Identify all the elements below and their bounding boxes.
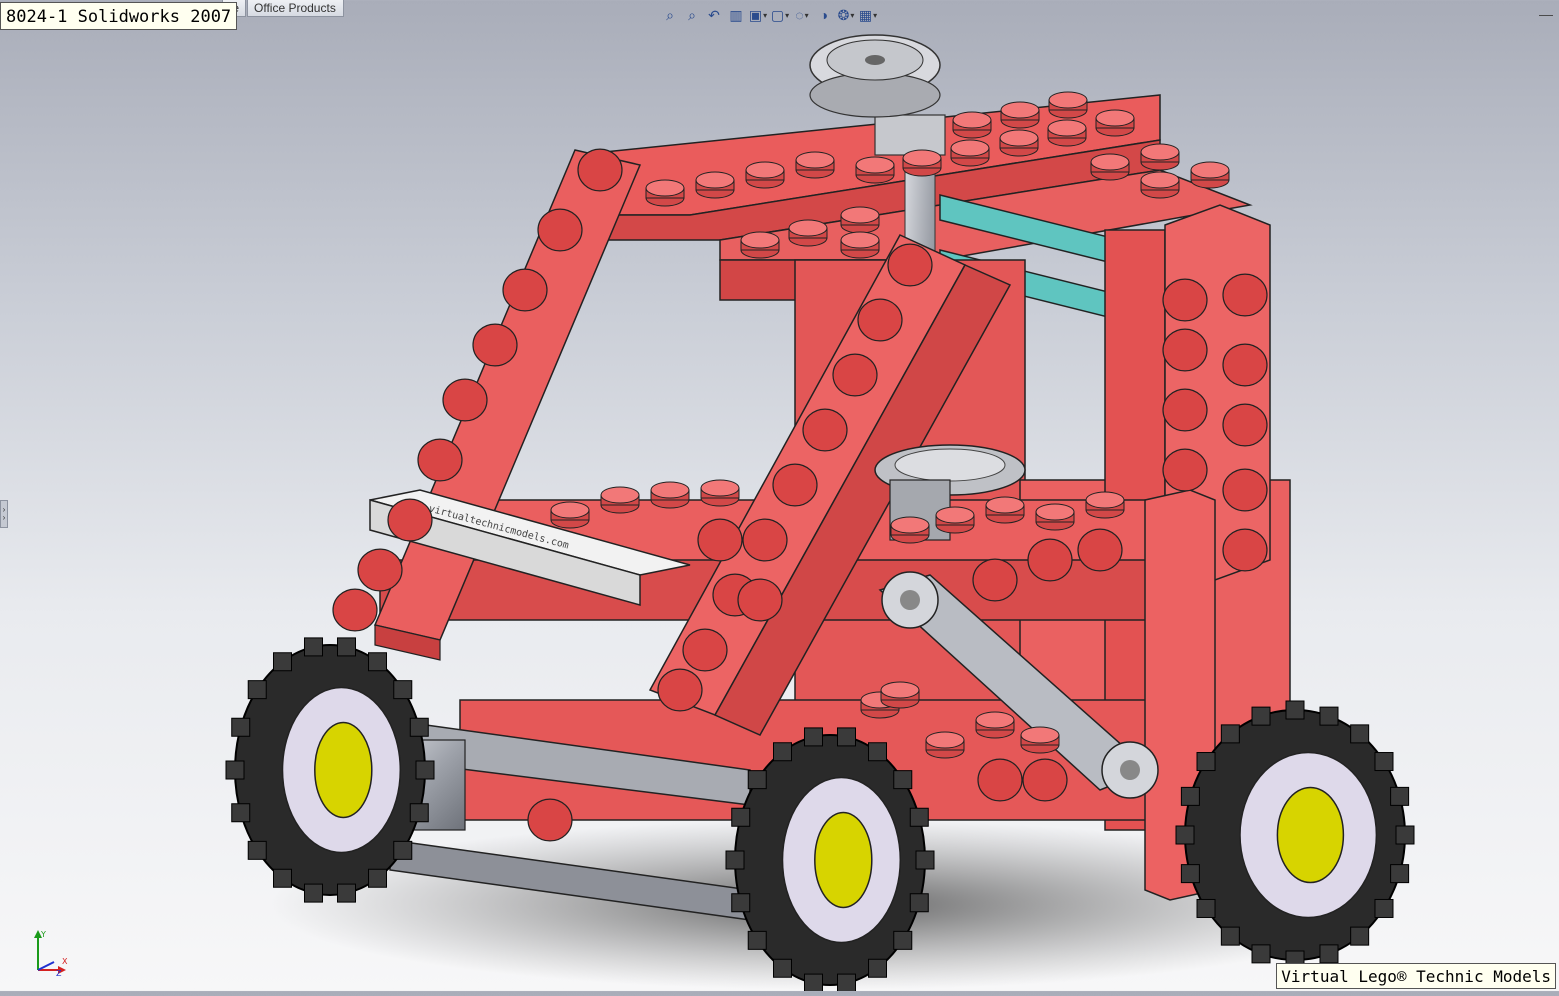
- zoom-to-fit-icon[interactable]: ⌕: [660, 5, 680, 25]
- beam-hole: [657, 668, 703, 712]
- stud: [840, 206, 880, 234]
- beam-hole: [1222, 403, 1268, 447]
- stud: [695, 171, 735, 199]
- beam-hole: [772, 463, 818, 507]
- stud: [975, 711, 1015, 739]
- stud: [745, 161, 785, 189]
- beam-hole: [682, 628, 728, 672]
- chevron-down-icon[interactable]: ▾: [873, 11, 877, 20]
- stud: [1035, 503, 1075, 531]
- stud: [1090, 153, 1130, 181]
- chevron-right-icon: ›: [2, 513, 6, 522]
- caption-label: Virtual Lego® Technic Models: [1276, 963, 1556, 989]
- edit-appearance-icon[interactable]: ◑: [814, 5, 834, 25]
- graphics-viewport[interactable]: www.virtualtechnicmodels.com te: [0, 0, 1559, 993]
- stud: [950, 139, 990, 167]
- stud: [855, 156, 895, 184]
- beam-hole: [1162, 278, 1208, 322]
- hide-show-items-icon[interactable]: ◌ ▾: [792, 5, 812, 25]
- window-title: 8024-1 Solidworks 2007: [0, 2, 238, 30]
- stud: [650, 481, 690, 509]
- beam-hole: [802, 408, 848, 452]
- triad-x-label: X: [62, 957, 68, 966]
- beam-hole: [832, 353, 878, 397]
- tab-office-products[interactable]: Office Products: [247, 0, 344, 17]
- stud: [902, 149, 942, 177]
- chevron-down-icon[interactable]: ▾: [785, 11, 789, 20]
- beam-hole: [1022, 758, 1068, 802]
- stud: [645, 179, 685, 207]
- stud: [1140, 143, 1180, 171]
- beam-hole: [1162, 448, 1208, 492]
- beam-hole: [1222, 343, 1268, 387]
- beam-hole: [1027, 538, 1073, 582]
- stud: [985, 496, 1025, 524]
- stud: [999, 129, 1039, 157]
- beam-hole: [472, 323, 518, 367]
- stud: [1085, 491, 1125, 519]
- stud: [600, 486, 640, 514]
- beam-hole: [977, 758, 1023, 802]
- zoom-to-area-icon[interactable]: ⌕: [682, 5, 702, 25]
- stud: [700, 479, 740, 507]
- beam-hole: [972, 558, 1018, 602]
- apply-scene-icon[interactable]: ❂ ▾: [836, 5, 856, 25]
- stud: [880, 681, 920, 709]
- beam-hole: [442, 378, 488, 422]
- beam-hole: [1222, 528, 1268, 572]
- stud: [550, 501, 590, 529]
- stud: [1190, 161, 1230, 189]
- beam-hole: [887, 243, 933, 287]
- stud: [788, 219, 828, 247]
- view-settings-icon[interactable]: ▦ ▾: [858, 5, 878, 25]
- stud: [740, 231, 780, 259]
- beam-hole: [537, 208, 583, 252]
- stud: [1047, 119, 1087, 147]
- beam-hole: [1162, 328, 1208, 372]
- triad-z-label: Z: [56, 969, 62, 978]
- panel-expand-handle[interactable]: › ›: [0, 500, 8, 528]
- stud: [840, 231, 880, 259]
- beam-hole: [1222, 273, 1268, 317]
- beam-hole: [502, 268, 548, 312]
- beam-hole: [1222, 468, 1268, 512]
- beam-hole: [357, 548, 403, 592]
- beam-hole: [697, 518, 743, 562]
- coordinate-triad: Y X Z: [34, 930, 68, 978]
- view-orientation-icon[interactable]: ▣ ▾: [748, 5, 768, 25]
- stud: [935, 506, 975, 534]
- stud: [952, 111, 992, 139]
- minimize-icon[interactable]: —: [1539, 6, 1553, 22]
- beam-hole: [742, 518, 788, 562]
- beam-hole: [1162, 388, 1208, 432]
- stud: [1048, 91, 1088, 119]
- beam-hole: [857, 298, 903, 342]
- beam-hole: [527, 798, 573, 842]
- chevron-down-icon[interactable]: ▾: [850, 11, 854, 20]
- stud: [1020, 726, 1060, 754]
- stud: [1140, 171, 1180, 199]
- stud: [795, 151, 835, 179]
- heads-up-view-toolbar: ⌕ ⌕ ↶ ▥ ▣ ▾ ▢ ▾ ◌ ▾ ◑ ❂ ▾ ▦ ▾: [660, 4, 878, 26]
- beam-hole: [417, 438, 463, 482]
- stud: [890, 516, 930, 544]
- beam-hole: [737, 578, 783, 622]
- lego-model-scene[interactable]: www.virtualtechnicmodels.com: [0, 0, 1559, 993]
- chevron-down-icon[interactable]: ▾: [805, 11, 809, 20]
- stud: [1095, 109, 1135, 137]
- previous-view-icon[interactable]: ↶: [704, 5, 724, 25]
- section-view-icon[interactable]: ▥: [726, 5, 746, 25]
- triad-y-label: Y: [40, 930, 46, 939]
- beam-hole: [387, 498, 433, 542]
- beam-hole: [1077, 528, 1123, 572]
- beam-hole: [332, 588, 378, 632]
- chevron-down-icon[interactable]: ▾: [763, 11, 767, 20]
- display-style-icon[interactable]: ▢ ▾: [770, 5, 790, 25]
- stud: [925, 731, 965, 759]
- beam-hole: [577, 148, 623, 192]
- stud: [1000, 101, 1040, 129]
